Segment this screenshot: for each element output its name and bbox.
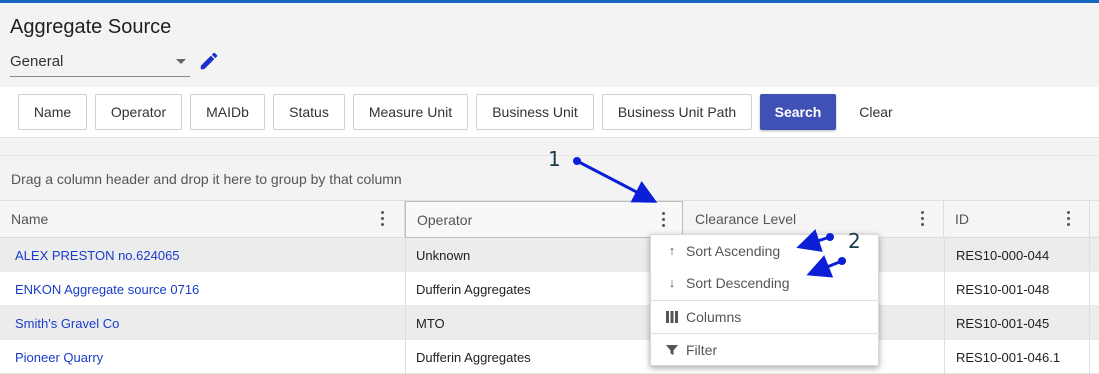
- arrow-down-icon: ↓: [668, 275, 676, 290]
- column-header-id[interactable]: ID: [944, 201, 1090, 238]
- menu-item-label: Columns: [686, 309, 742, 325]
- filter-measure-unit-button[interactable]: Measure Unit: [353, 94, 468, 130]
- filter-status-button[interactable]: Status: [273, 94, 345, 130]
- filter-icon: [665, 343, 679, 357]
- column-header-operator[interactable]: Operator: [405, 201, 683, 238]
- cell-name-link[interactable]: Smith's Gravel Co: [15, 316, 119, 331]
- column-menu-icon[interactable]: [921, 211, 925, 227]
- column-header-label: Name: [11, 211, 49, 227]
- cell-operator: Dufferin Aggregates: [416, 350, 531, 365]
- cell-name-link[interactable]: ALEX PRESTON no.624065: [15, 248, 180, 263]
- column-header-name[interactable]: Name: [0, 201, 405, 238]
- page-title: Aggregate Source: [10, 16, 172, 38]
- cell-id: RES10-001-045: [956, 316, 1050, 331]
- cell-id: RES10-001-048: [956, 282, 1050, 297]
- cell-name-link[interactable]: Pioneer Quarry: [15, 350, 103, 365]
- filter-business-unit-path-button[interactable]: Business Unit Path: [602, 94, 752, 130]
- view-select-value: General: [10, 53, 64, 70]
- columns-icon: [665, 310, 679, 324]
- search-button[interactable]: Search: [760, 94, 836, 130]
- column-menu-icon[interactable]: [381, 211, 385, 227]
- menu-item-label: Sort Descending: [686, 275, 790, 291]
- filter-maidb-button[interactable]: MAIDb: [190, 94, 265, 130]
- grid-header: Name Operator Clearance Level ID: [0, 201, 1099, 238]
- top-accent-bar: [0, 0, 1099, 3]
- cell-operator: Unknown: [416, 248, 471, 263]
- column-context-menu: ↑ Sort Ascending ↓ Sort Descending Colum…: [650, 234, 880, 367]
- cell-operator: MTO: [416, 316, 445, 331]
- cell-operator: Dufferin Aggregates: [416, 282, 531, 297]
- table-row[interactable]: Smith's Gravel Co MTO RES10-001-045: [0, 306, 1099, 340]
- filter-business-unit-button[interactable]: Business Unit: [476, 94, 594, 130]
- cell-id: RES10-000-044: [956, 248, 1050, 263]
- column-menu-icon[interactable]: [1067, 211, 1071, 227]
- table-row[interactable]: ENKON Aggregate source 0716 Dufferin Agg…: [0, 272, 1099, 306]
- column-menu-icon[interactable]: [662, 212, 666, 228]
- filter-bar: Name Operator MAIDb Status Measure Unit …: [0, 87, 1099, 138]
- edit-pencil-icon[interactable]: [198, 50, 220, 72]
- filter-name-button[interactable]: Name: [18, 94, 87, 130]
- column-header-label: Clearance Level: [695, 211, 797, 227]
- menu-item-label: Sort Ascending: [686, 243, 781, 259]
- clear-button[interactable]: Clear: [846, 94, 906, 130]
- cell-id: RES10-001-046.1: [956, 350, 1061, 365]
- view-select[interactable]: General: [10, 50, 190, 77]
- menu-item-sort-ascending[interactable]: ↑ Sort Ascending: [651, 235, 880, 268]
- table-row[interactable]: Pioneer Quarry Dufferin Aggregates RES10…: [0, 340, 1099, 374]
- menu-item-sort-descending[interactable]: ↓ Sort Descending: [651, 267, 880, 300]
- chevron-down-icon: [176, 59, 186, 64]
- table-row[interactable]: ALEX PRESTON no.624065 Unknown RES10-000…: [0, 238, 1099, 272]
- cell-name-link[interactable]: ENKON Aggregate source 0716: [15, 282, 199, 297]
- menu-item-label: Filter: [686, 342, 718, 358]
- annotation-label-2: 2: [848, 229, 861, 253]
- column-header-label: ID: [955, 211, 969, 227]
- menu-item-columns[interactable]: Columns: [651, 301, 880, 334]
- column-header-label: Operator: [417, 212, 473, 228]
- menu-item-filter[interactable]: Filter: [651, 334, 880, 367]
- filter-operator-button[interactable]: Operator: [95, 94, 182, 130]
- group-panel-hint: Drag a column header and drop it here to…: [11, 171, 402, 187]
- column-header-clearance-level[interactable]: Clearance Level: [684, 201, 944, 238]
- arrow-up-icon: ↑: [668, 243, 676, 258]
- annotation-label-1: 1: [548, 147, 561, 171]
